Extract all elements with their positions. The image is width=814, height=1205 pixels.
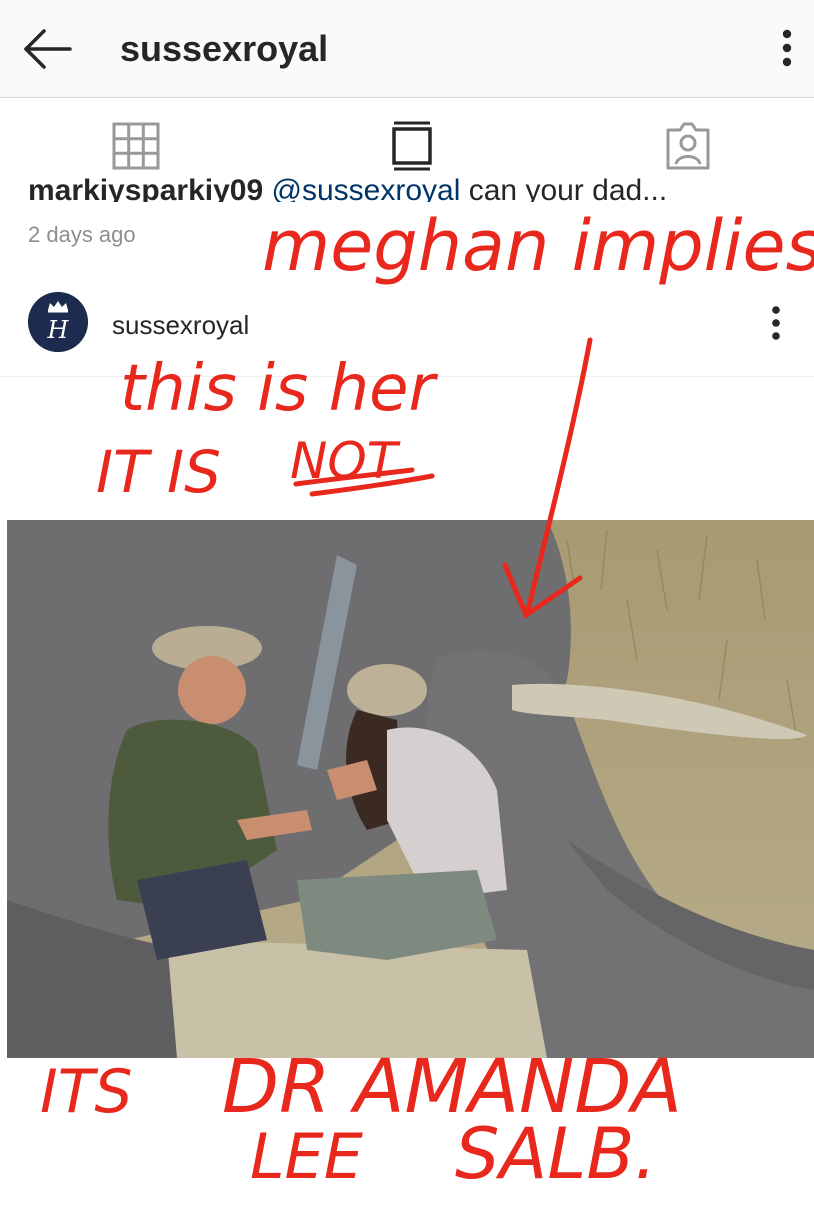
annotation-line-4a: ITS <box>40 1057 132 1127</box>
annotation-line-1: meghan implies <box>262 205 814 287</box>
underline-stroke-2 <box>309 473 435 497</box>
annotation-line-5b: SALB. <box>455 1113 657 1195</box>
profile-title: sussexroyal <box>120 28 329 69</box>
comment-timestamp: 2 days ago <box>28 222 136 247</box>
photo-elephant-scene <box>7 520 814 1058</box>
more-vertical-icon <box>772 306 780 340</box>
post-options-button[interactable] <box>760 304 792 344</box>
more-options-button[interactable] <box>770 28 804 70</box>
tab-feed[interactable] <box>384 120 440 172</box>
tab-tagged[interactable] <box>660 120 716 172</box>
royal-monogram-logo: H <box>28 292 88 352</box>
back-button[interactable] <box>20 26 76 72</box>
back-arrow-icon <box>24 29 72 69</box>
post-username[interactable]: sussexroyal <box>112 310 249 341</box>
top-app-bar: sussexroyal <box>0 0 814 98</box>
tab-grid[interactable] <box>108 120 164 172</box>
avatar[interactable]: H <box>28 292 88 352</box>
post-photo[interactable] <box>7 520 814 1058</box>
annotation-line-3: IT IS <box>96 438 221 506</box>
avatar-monogram: H <box>47 316 70 344</box>
annotation-not: NOT <box>290 432 401 490</box>
grid-icon <box>112 122 160 170</box>
annotation-line-5a: LEE <box>250 1120 364 1193</box>
tagged-user-icon <box>666 122 710 170</box>
more-vertical-icon <box>782 29 792 67</box>
underline-stroke-1 <box>293 467 415 487</box>
previous-comment: markiysparkiy09 @sussexroyal can your da… <box>28 174 667 202</box>
post-header: H sussexroyal <box>0 290 814 377</box>
comment-username[interactable]: markiysparkiy09 <box>28 174 263 202</box>
comment-text: can your dad... <box>468 174 668 202</box>
comment-mention[interactable]: @sussexroyal <box>272 174 461 202</box>
feed-icon <box>392 121 432 171</box>
